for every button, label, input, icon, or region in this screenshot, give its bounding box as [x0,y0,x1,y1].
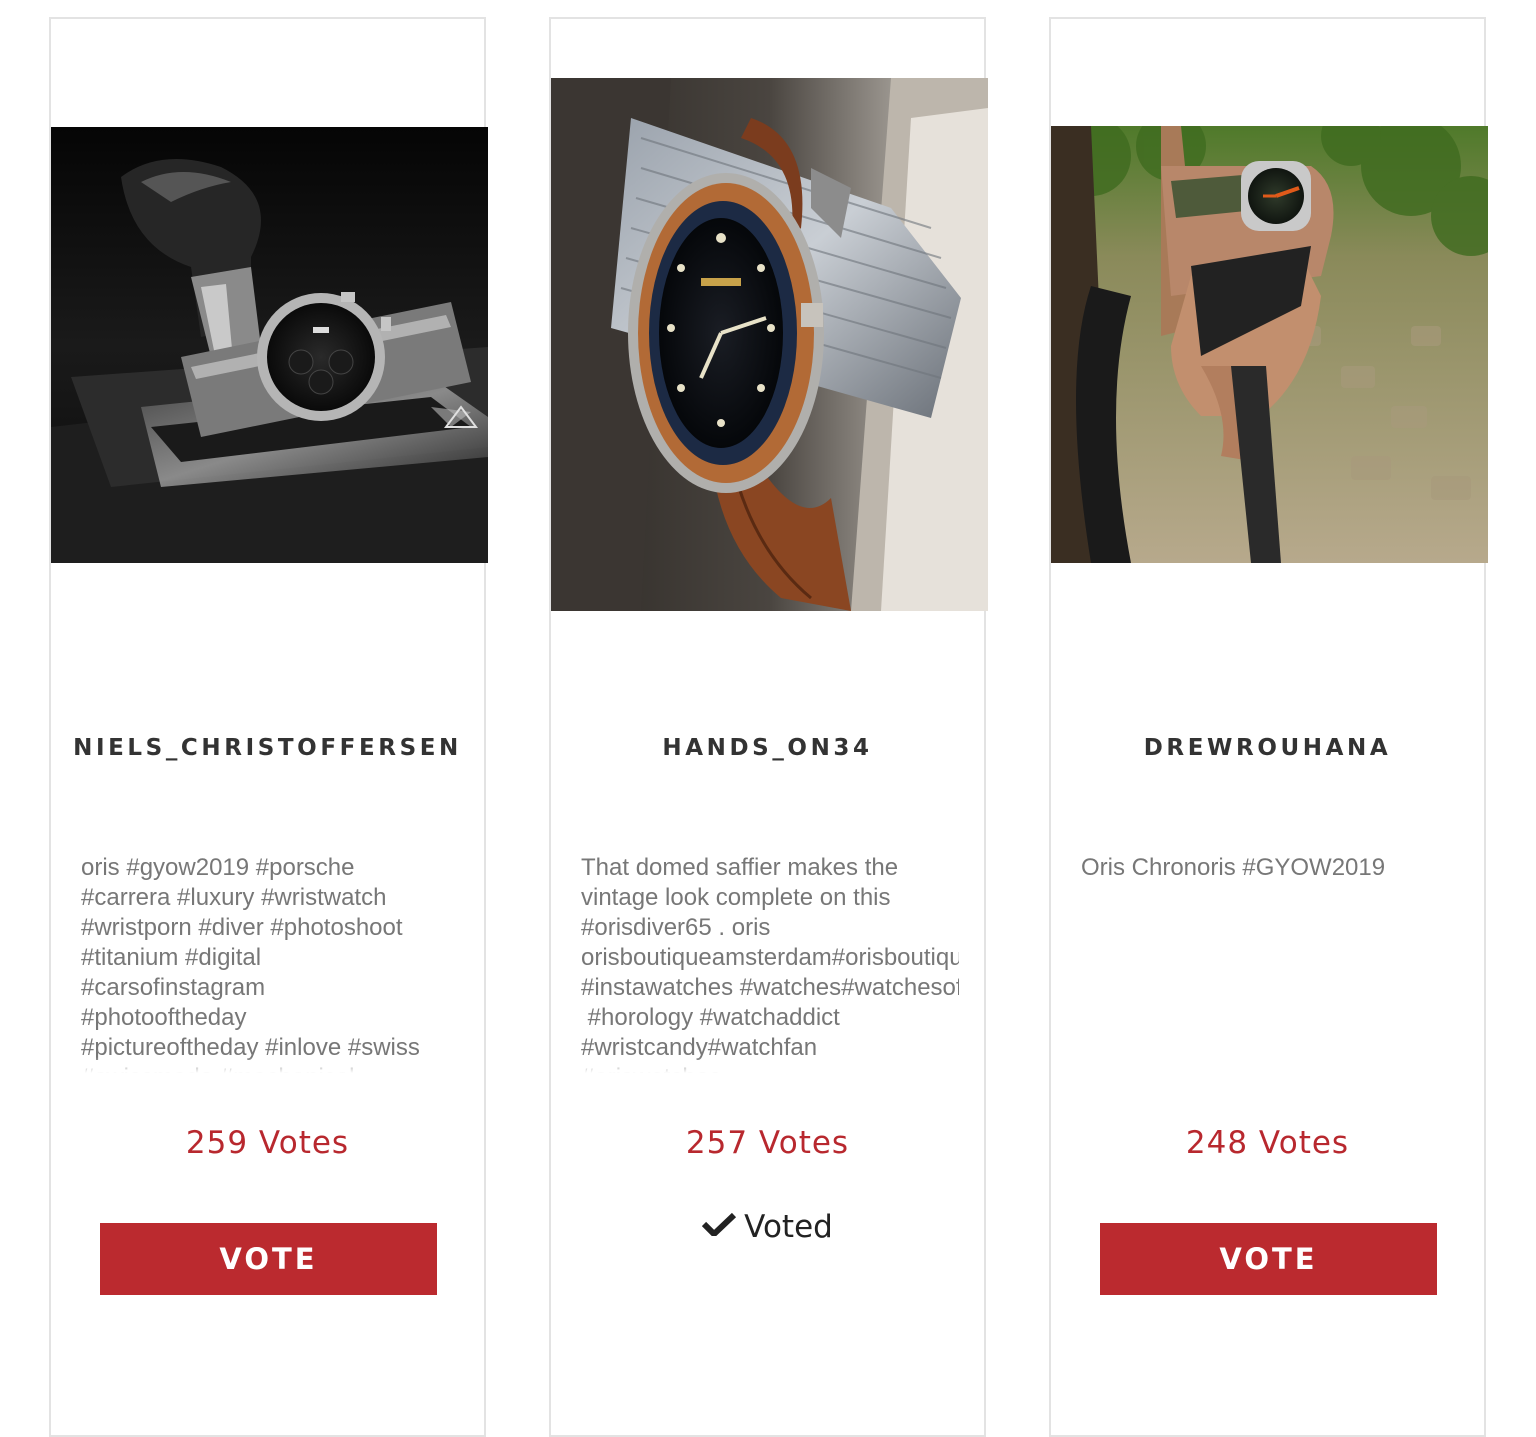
watch-on-wooden-post-photo [551,78,988,611]
vote-count: 248 Votes [1185,1125,1350,1161]
vote-button[interactable]: VOTE [100,1223,437,1295]
entry-photo[interactable] [1051,126,1488,563]
voted-label: Voted [744,1209,833,1245]
vote-count: 257 Votes [685,1125,850,1161]
entry-username: HANDS_ON34 [662,735,873,761]
entry-caption: That domed saffier makes the vintage loo… [581,853,959,1073]
vote-button[interactable]: VOTE [1100,1223,1437,1295]
entry-card: NIELS_CHRISTOFFERSEN oris #gyow2019 #por… [49,17,488,1437]
entry-photo[interactable] [551,78,988,611]
vote-count: 259 Votes [185,1125,350,1161]
entry-caption: oris #gyow2019 #porsche #carrera #luxury… [81,853,459,1073]
entry-username: DREWROUHANA [1143,735,1392,761]
entry-card: DREWROUHANA Oris Chronoris #GYOW2019 248… [1049,17,1488,1437]
watch-on-gear-shifter-photo [51,127,488,563]
entry-username: NIELS_CHRISTOFFERSEN [73,735,462,761]
checkmark-icon [702,1212,737,1236]
entry-caption: Oris Chronoris #GYOW2019 [1081,853,1459,1073]
voted-status: Voted [551,1209,984,1245]
watch-on-wrist-bicycle-photo [1051,126,1488,563]
entry-card: HANDS_ON34 That domed saffier makes the … [549,17,988,1437]
entry-photo[interactable] [51,127,488,563]
